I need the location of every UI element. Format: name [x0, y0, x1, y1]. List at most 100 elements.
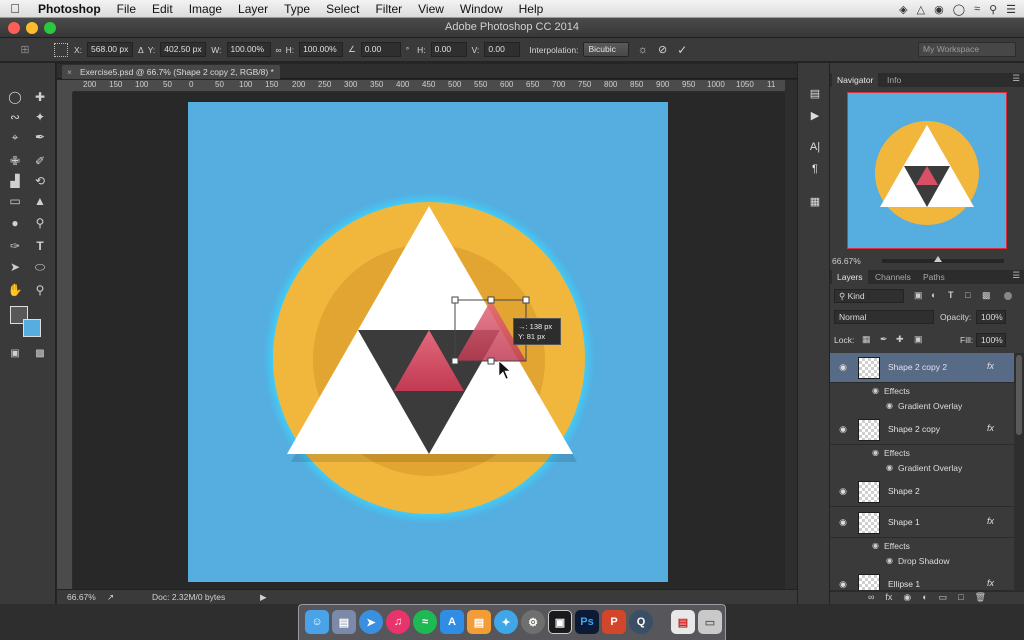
commit-transform-icon[interactable]: ✓: [677, 43, 687, 57]
clone-stamp-tool-icon[interactable]: ▟: [5, 171, 25, 191]
eye-icon[interactable]: ◉: [872, 448, 879, 457]
shield-icon[interactable]: △: [917, 3, 925, 16]
blend-mode-select[interactable]: Normal: [834, 310, 934, 324]
layer-row[interactable]: ◉ Ellipse 1 fx: [830, 570, 1014, 591]
eraser-tool-icon[interactable]: ▭: [5, 191, 25, 211]
history-panel-icon[interactable]: ▤: [807, 85, 823, 101]
interpolation-select[interactable]: Bicubic: [583, 42, 629, 57]
trash-icon[interactable]: ▭: [698, 610, 722, 634]
transform-handle[interactable]: [451, 296, 459, 304]
panel-menu-icon[interactable]: ☰: [1012, 73, 1020, 84]
menu-view[interactable]: View: [410, 2, 452, 16]
add-style-icon[interactable]: fx: [885, 592, 892, 604]
transform-handle[interactable]: [487, 357, 495, 365]
properties-panel-icon[interactable]: ▦: [807, 193, 823, 209]
delta-icon[interactable]: Δ: [138, 45, 144, 55]
eye-icon[interactable]: ◉: [837, 579, 849, 590]
eye-icon[interactable]: ◉: [837, 424, 849, 436]
layer-effect-row[interactable]: ◉ Gradient Overlay: [830, 399, 1014, 414]
document-tab[interactable]: × Exercise5.psd @ 66.7% (Shape 2 copy 2,…: [62, 65, 280, 79]
link-icon[interactable]: ∞: [276, 45, 282, 55]
path-selection-tool-icon[interactable]: ➤: [5, 257, 25, 277]
actions-panel-icon[interactable]: ▶: [807, 107, 823, 123]
fx-icon[interactable]: fx: [987, 516, 994, 526]
menu-select[interactable]: Select: [318, 2, 367, 16]
tab-info[interactable]: Info: [882, 73, 906, 87]
layer-effect-row[interactable]: ◉ Drop Shadow: [830, 554, 1014, 569]
preview-icon[interactable]: ▤: [332, 610, 356, 634]
filter-pixel-icon[interactable]: ▣: [914, 290, 923, 301]
new-group-icon[interactable]: ▭: [939, 592, 948, 604]
artboard[interactable]: →: 138 px Y: 81 px: [188, 102, 668, 582]
twitter-icon[interactable]: ✦: [494, 610, 518, 634]
canvas-area[interactable]: →: 138 px Y: 81 px: [73, 92, 785, 589]
layer-row[interactable]: ◉ Shape 1 fx: [830, 508, 1014, 538]
globe-icon[interactable]: ◯: [953, 3, 965, 16]
app-store-icon[interactable]: A: [440, 610, 464, 634]
ruler-origin[interactable]: [57, 80, 73, 92]
eye-icon[interactable]: ◉: [886, 463, 893, 472]
menu-window[interactable]: Window: [452, 2, 511, 16]
delete-layer-icon[interactable]: 🗑: [975, 592, 986, 604]
height-field[interactable]: 100.00%: [299, 42, 344, 57]
record-icon[interactable]: ◉: [934, 3, 944, 16]
crop-tool-icon[interactable]: ⌖: [5, 127, 25, 147]
dodge-tool-icon[interactable]: ⚲: [30, 213, 50, 233]
filter-smart-object-icon[interactable]: ▩: [982, 290, 991, 301]
powerpoint-icon[interactable]: P: [602, 610, 626, 634]
share-icon[interactable]: ↗: [107, 592, 114, 603]
menu-edit[interactable]: Edit: [144, 2, 181, 16]
marquee-tool-icon[interactable]: ◯: [5, 87, 25, 107]
navigator-zoom-slider[interactable]: [882, 256, 1004, 263]
tab-channels[interactable]: Channels: [870, 270, 916, 284]
horizontal-ruler[interactable]: 200 150 100 50 0 50 100 150 200 250 300 …: [73, 80, 785, 92]
status-menu-arrow-icon[interactable]: ▶: [260, 592, 267, 603]
reference-point-icon[interactable]: [54, 42, 68, 57]
menu-help[interactable]: Help: [511, 2, 552, 16]
move-tool-icon[interactable]: ✚: [30, 87, 50, 107]
eye-icon[interactable]: ◉: [872, 386, 879, 395]
apple-icon[interactable]: : [0, 1, 30, 16]
type-tool-icon[interactable]: T: [30, 236, 50, 256]
list-icon[interactable]: ☰: [1006, 3, 1016, 16]
eyedropper-tool-icon[interactable]: ✒: [30, 127, 50, 147]
transform-handle[interactable]: [522, 296, 530, 304]
brush-tool-icon[interactable]: ✐: [30, 151, 50, 171]
canvas-vertical-scrollbar[interactable]: [785, 80, 797, 589]
eye-icon[interactable]: ◉: [886, 556, 893, 565]
layer-row[interactable]: ◉ Shape 2 copy fx: [830, 415, 1014, 445]
new-adjustment-icon[interactable]: ◐: [922, 592, 927, 604]
safari-icon[interactable]: ➤: [359, 610, 383, 634]
character-panel-icon[interactable]: A|: [807, 139, 823, 155]
layer-row[interactable]: ◉ Shape 2 copy 2 fx: [830, 353, 1014, 383]
eye-icon[interactable]: ◉: [872, 541, 879, 550]
lock-transparent-icon[interactable]: ▦: [862, 334, 871, 345]
tab-paths[interactable]: Paths: [918, 270, 950, 284]
close-tab-icon[interactable]: ×: [67, 65, 72, 79]
layers-scroll-thumb[interactable]: [1016, 355, 1022, 435]
magic-wand-tool-icon[interactable]: ✦: [30, 107, 50, 127]
menu-file[interactable]: File: [109, 2, 144, 16]
layer-effect-row[interactable]: ◉ Gradient Overlay: [830, 461, 1014, 476]
hskew-field[interactable]: 0.00: [430, 42, 467, 57]
layer-name[interactable]: Shape 2 copy 2: [888, 362, 947, 372]
transform-handle[interactable]: [451, 357, 459, 365]
layer-name[interactable]: Shape 1: [888, 517, 920, 527]
lock-pixels-icon[interactable]: ✒: [880, 334, 888, 345]
zoom-tool-icon[interactable]: ⚲: [30, 280, 50, 300]
menu-filter[interactable]: Filter: [367, 2, 410, 16]
layers-scrollbar[interactable]: [1014, 353, 1024, 593]
wifi-icon[interactable]: ≈: [974, 3, 980, 15]
menu-image[interactable]: Image: [181, 2, 230, 16]
navigator-zoom[interactable]: 66.67%: [832, 256, 861, 266]
ibooks-icon[interactable]: ▤: [467, 610, 491, 634]
lock-position-icon[interactable]: ✚: [896, 334, 904, 345]
zoom-slider-thumb[interactable]: [934, 256, 942, 262]
paint-bucket-tool-icon[interactable]: ▲: [30, 191, 50, 211]
opacity-field[interactable]: 100%: [976, 310, 1006, 324]
filter-type-icon[interactable]: T: [948, 290, 954, 300]
navigator-preview[interactable]: [847, 92, 1007, 249]
background-color-swatch[interactable]: [23, 319, 41, 337]
history-brush-tool-icon[interactable]: ⟲: [30, 171, 50, 191]
lock-all-icon[interactable]: ▣: [914, 334, 923, 345]
